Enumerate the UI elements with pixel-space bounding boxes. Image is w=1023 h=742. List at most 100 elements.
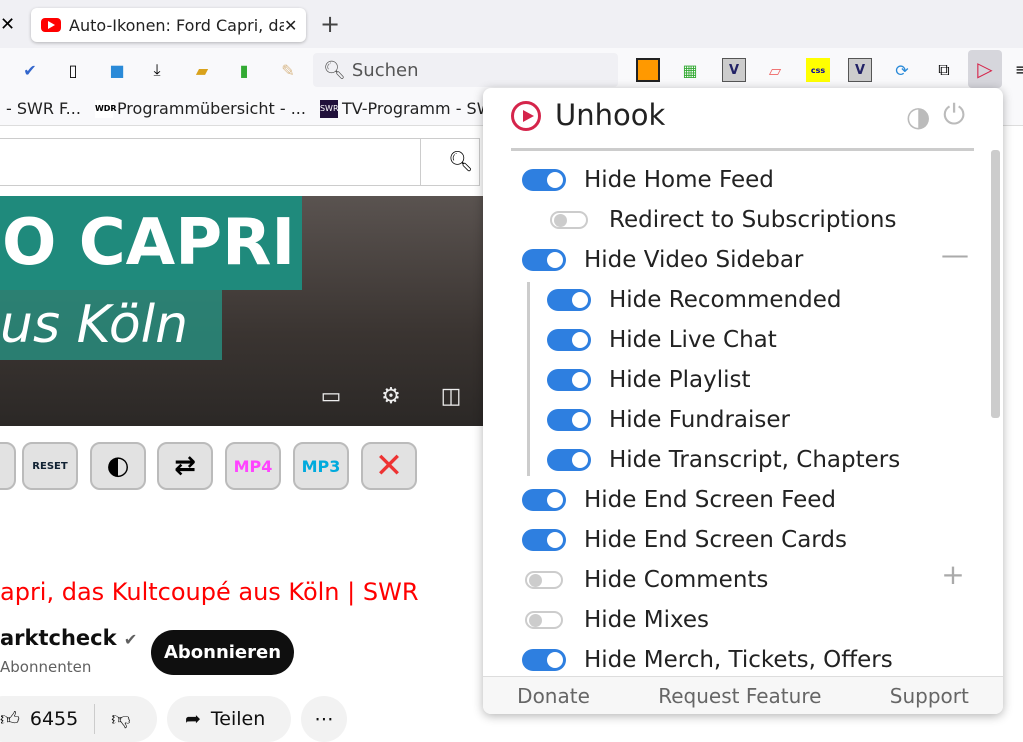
extensions-icon[interactable]: ⧉ (932, 58, 956, 82)
tab-active[interactable]: Auto-Ikonen: Ford Capri, da ✕ (31, 8, 306, 42)
search-icon[interactable]: 🔍︎ (448, 149, 473, 173)
table-check-icon[interactable]: ▦ (678, 58, 702, 82)
scrollbar[interactable] (991, 150, 1000, 418)
video-banner-subtitle: us Köln (0, 290, 222, 360)
close-tab-icon[interactable]: ✕ (0, 14, 15, 35)
sidebar-icon[interactable]: ▯ (61, 58, 85, 82)
unhook-extension-button[interactable]: ▷ (968, 50, 1002, 88)
close-tab-icon[interactable]: ✕ (284, 16, 297, 35)
option-label: Hide Playlist (609, 367, 751, 393)
toggle-switch[interactable] (522, 169, 566, 191)
option-row[interactable]: Hide Fundraiser (483, 400, 953, 440)
option-row[interactable]: Redirect to Subscriptions (483, 200, 953, 240)
option-row[interactable]: Hide Comments (483, 560, 953, 600)
expand-icon[interactable]: + (941, 558, 965, 591)
mp3-download-button[interactable]: MP3 (293, 442, 349, 490)
bookmark-item[interactable]: WDRProgrammübersicht - ... (94, 98, 306, 119)
refresh-icon[interactable]: ⟳ (890, 58, 914, 82)
toggle-switch[interactable] (547, 369, 591, 391)
option-row[interactable]: Hide End Screen Feed (483, 480, 953, 520)
validator-icon-2[interactable]: V (848, 58, 872, 82)
toggle-switch[interactable] (547, 449, 591, 471)
search-icon: 🔍︎ (323, 59, 346, 81)
option-row[interactable]: Hide Mixes (483, 600, 953, 640)
toggle-switch[interactable] (522, 649, 566, 671)
download-icon[interactable]: ⤓ (145, 58, 169, 82)
menu-icon[interactable]: ≡ (1015, 60, 1023, 79)
option-row[interactable]: Hide End Screen Cards (483, 520, 953, 560)
like-count[interactable]: 6455 (30, 708, 78, 730)
share-label: Teilen (210, 708, 266, 730)
option-row[interactable]: Hide Recommended (483, 280, 953, 320)
share-button[interactable]: ➦ Teilen (167, 696, 291, 742)
wdr-icon: WDR (94, 100, 117, 119)
validator-icon[interactable]: V (722, 58, 746, 82)
power-icon[interactable]: ⏻ (943, 98, 965, 132)
option-label: Hide Fundraiser (609, 407, 791, 433)
bookmark-label: Programmübersicht - ... (116, 98, 306, 118)
channel-name[interactable]: arktcheck ✔ (0, 626, 137, 650)
subtitles-icon[interactable]: ▭ (316, 384, 346, 412)
option-label: Hide End Screen Cards (584, 527, 847, 553)
contrast-button[interactable]: ◐ (90, 442, 146, 490)
option-row[interactable]: Hide Video Sidebar (483, 240, 953, 280)
toggle-switch[interactable] (547, 409, 591, 431)
option-row[interactable]: Hide Playlist (483, 360, 953, 400)
swr-icon: SWR (319, 100, 339, 119)
battery-icon[interactable]: ▮ (232, 58, 256, 82)
w3c-validator-icon[interactable]: ✔ (18, 58, 42, 82)
donate-link[interactable]: Donate (517, 684, 590, 708)
channel-label: arktcheck (0, 626, 117, 650)
option-label: Hide Home Feed (584, 167, 774, 193)
toggle-switch[interactable] (522, 489, 566, 511)
option-label: Hide Live Chat (609, 327, 777, 353)
toggle-switch[interactable] (522, 529, 566, 551)
theme-toggle-icon[interactable]: ◑ (906, 100, 930, 133)
video-player[interactable]: O CAPRI us Köln ▭ ⚙ ◫ (0, 196, 483, 426)
toggle-switch[interactable] (547, 329, 591, 351)
subscribe-button[interactable]: Abonnieren (151, 630, 294, 675)
youtube-search-box[interactable]: 🔍︎ (0, 138, 480, 186)
toggle-switch[interactable] (525, 611, 563, 629)
bookmark-item[interactable]: - SWR F... (6, 99, 81, 118)
verified-icon: ✔ (123, 630, 138, 649)
tab-bar: ✕ Auto-Ikonen: Ford Capri, da ✕ + (0, 0, 1023, 48)
mp4-download-button[interactable]: MP4 (225, 442, 281, 490)
collapse-icon[interactable]: — (941, 238, 969, 271)
reset-button[interactable]: RESET (22, 442, 78, 490)
option-row[interactable]: Hide Home Feed (483, 160, 953, 200)
option-row[interactable]: Hide Merch, Tickets, Offers (483, 640, 953, 680)
option-row[interactable]: Hide Transcript, Chapters (483, 440, 953, 480)
new-tab-button[interactable]: + (320, 10, 340, 38)
open-folder-icon[interactable]: ▰ (190, 58, 214, 82)
toggle-switch[interactable] (547, 289, 591, 311)
miniplayer-icon[interactable]: ◫ (436, 384, 466, 412)
like-icon[interactable]: 👍︎ (0, 708, 20, 731)
request-feature-link[interactable]: Request Feature (658, 684, 821, 708)
option-row[interactable]: Hide Live Chat (483, 320, 953, 360)
folder-icon[interactable]: ■ (105, 58, 129, 82)
settings-icon[interactable]: ⚙ (376, 384, 406, 412)
toggle-switch[interactable] (550, 211, 588, 229)
scroll-icon[interactable]: ▱ (763, 58, 787, 82)
divider (420, 139, 421, 185)
option-label: Hide Recommended (609, 287, 842, 313)
support-link[interactable]: Support (890, 684, 969, 708)
close-button[interactable]: ✕ (361, 442, 417, 490)
search-input[interactable]: 🔍︎ Suchen (313, 53, 618, 87)
search-placeholder: Suchen (351, 59, 419, 81)
option-label: Hide Comments (584, 567, 769, 593)
toggle-switch[interactable] (525, 571, 563, 589)
option-label: Hide End Screen Feed (584, 487, 837, 513)
more-button[interactable]: ⋯ (301, 696, 347, 742)
loop-button[interactable]: ⇄ (157, 442, 213, 490)
toggle-switch[interactable] (522, 249, 566, 271)
bookmark-item[interactable]: SWR TV-Programm - SW (319, 99, 493, 119)
popup-title: Unhook (555, 98, 666, 132)
magnifier-ext-icon[interactable] (636, 58, 660, 82)
dislike-icon[interactable]: 👎︎ (111, 708, 130, 731)
brush-icon[interactable]: ✎ (276, 58, 300, 82)
tab-title: Auto-Ikonen: Ford Capri, da (69, 15, 284, 35)
css-icon[interactable]: css (806, 58, 830, 82)
ext-button[interactable] (0, 442, 16, 490)
